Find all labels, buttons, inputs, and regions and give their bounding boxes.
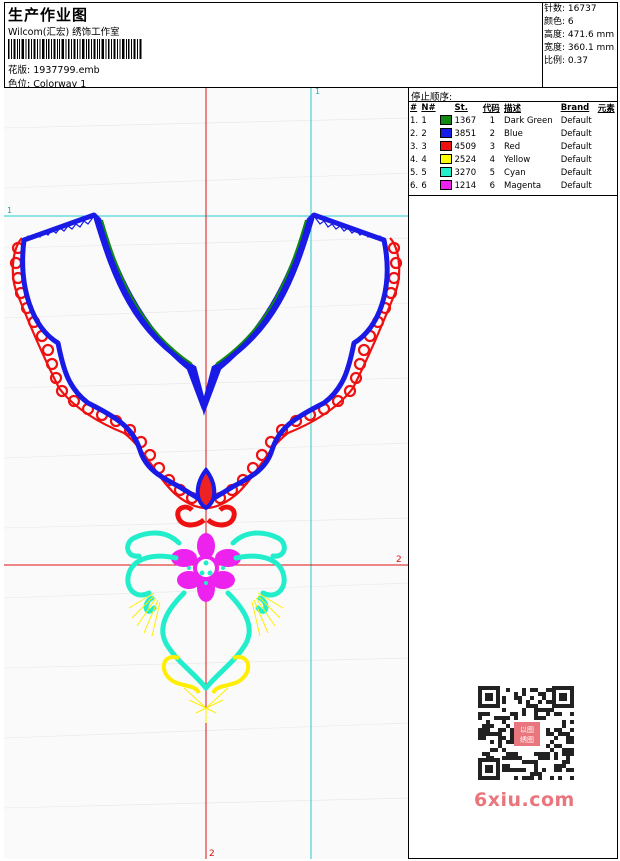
row-brand: Default xyxy=(560,180,592,191)
guide-label-cyan-horizontal: 1 xyxy=(7,206,12,215)
table-row: 4. 4 2524 4 Yellow Default xyxy=(409,153,618,166)
row-description: Blue xyxy=(504,128,523,139)
stop-sequence-table: # N# St. 代码 描述 Brand 元素 1. 1 1367 1 Dark Gre… xyxy=(409,102,618,192)
svg-text:绣图: 绣图 xyxy=(520,735,534,744)
row-index: 3. xyxy=(410,141,419,152)
color-swatch xyxy=(439,167,452,178)
row-brand: Default xyxy=(560,115,592,126)
table-row: 2. 2 3851 2 Blue Default xyxy=(409,127,618,140)
design-file-row: 花版: 1937799.emb xyxy=(8,62,100,76)
spec-width: 宽度: 360.1 mm xyxy=(544,43,615,53)
row-stitches: 2524 xyxy=(439,153,482,166)
spec-scale: 比例: 0.37 xyxy=(544,56,588,66)
row-stitches: 1367 xyxy=(439,114,482,127)
row-element xyxy=(597,140,618,153)
table-row: 5. 5 3270 5 Cyan Default xyxy=(409,166,618,179)
color-swatch xyxy=(439,141,452,152)
row-number: 1 xyxy=(421,115,427,126)
row-code: 6 xyxy=(489,180,496,191)
col-index: # xyxy=(410,103,418,113)
blue-neckline-inner xyxy=(93,217,315,416)
row-index: 5. xyxy=(410,167,419,178)
row-brand: Default xyxy=(560,128,592,139)
color-swatch xyxy=(439,180,452,191)
col-number: N# xyxy=(421,103,436,113)
row-stitches: 4509 xyxy=(439,140,482,153)
guide-label-cyan-vertical: 1 xyxy=(315,88,320,96)
page-title: 生产作业图 xyxy=(8,6,89,24)
row-index: 4. xyxy=(410,154,419,165)
row-code: 4 xyxy=(489,154,496,165)
col-stitches: St. xyxy=(454,103,468,113)
row-stitches: 3270 xyxy=(439,166,482,179)
green-neckline-line xyxy=(101,219,307,365)
row-element xyxy=(597,179,618,192)
row-number: 2 xyxy=(421,128,427,139)
row-element xyxy=(597,127,618,140)
row-stitches: 1214 xyxy=(439,179,482,192)
row-brand: Default xyxy=(560,141,592,152)
table-row: 6. 6 1214 6 Magenta Default xyxy=(409,179,618,192)
row-number: 3 xyxy=(421,141,427,152)
blue-neckline-outline xyxy=(20,212,390,506)
row-description: Cyan xyxy=(504,167,526,178)
spec-height: 高度: 471.6 mm xyxy=(544,30,615,40)
table-row: 1. 1 1367 1 Dark Green Default xyxy=(409,114,618,127)
guide-label-red-vertical: 2 xyxy=(209,849,215,859)
row-element xyxy=(597,153,618,166)
qr-code: 以图 绣图 xyxy=(470,680,582,786)
row-element xyxy=(597,166,618,179)
row-number: 5 xyxy=(421,167,427,178)
col-description: 描述 xyxy=(504,104,522,114)
header-info: 生产作业图 Wilcom(汇宏) 绣饰工作室 花版: 1937799.emb 色… xyxy=(4,2,542,90)
col-brand: Brand xyxy=(560,103,590,113)
row-number: 4 xyxy=(421,154,427,165)
row-index: 6. xyxy=(410,180,419,191)
row-description: Red xyxy=(504,141,521,152)
row-description: Dark Green xyxy=(504,115,553,126)
table-header: # N# St. 代码 描述 Brand 元素 xyxy=(409,102,618,114)
guide-label-red-horizontal: 2 xyxy=(396,555,402,565)
color-swatch xyxy=(439,115,452,126)
design-file-label: 花版: xyxy=(8,65,31,76)
row-code: 3 xyxy=(489,141,496,152)
row-number: 6 xyxy=(421,180,427,191)
design-file-value: 1937799.emb xyxy=(33,65,100,76)
color-swatch xyxy=(439,154,452,165)
row-description: Magenta xyxy=(504,180,542,191)
row-index: 2. xyxy=(410,128,419,139)
embroidery-design: 1 1 2 2 xyxy=(4,88,408,859)
row-brand: Default xyxy=(560,154,592,165)
design-canvas[interactable]: 1 1 2 2 xyxy=(4,88,409,859)
row-code: 5 xyxy=(489,167,496,178)
table-bottom-border xyxy=(409,195,618,196)
center-teardrop xyxy=(195,466,217,511)
row-code: 2 xyxy=(489,128,496,139)
row-brand: Default xyxy=(560,167,592,178)
table-row: 3. 3 4509 3 Red Default xyxy=(409,140,618,153)
row-element xyxy=(597,114,618,127)
studio-name: Wilcom(汇宏) 绣饰工作室 xyxy=(8,27,120,38)
svg-text:以图: 以图 xyxy=(520,726,534,734)
col-code: 代码 xyxy=(482,104,500,114)
site-watermark: 6xiu.com xyxy=(474,789,575,811)
spec-stitches: 针数: 16737 xyxy=(544,4,597,14)
row-index: 1. xyxy=(410,115,419,126)
row-code: 1 xyxy=(489,115,496,126)
spec-colors: 颜色: 6 xyxy=(544,17,574,27)
specs-panel: 针数: 16737 颜色: 6 高度: 471.6 mm 宽度: 360.1 m… xyxy=(542,2,618,88)
row-stitches: 3851 xyxy=(439,127,482,140)
col-element: 元素 xyxy=(597,104,615,114)
barcode xyxy=(8,39,142,59)
row-description: Yellow xyxy=(504,154,531,165)
color-swatch xyxy=(439,128,452,139)
